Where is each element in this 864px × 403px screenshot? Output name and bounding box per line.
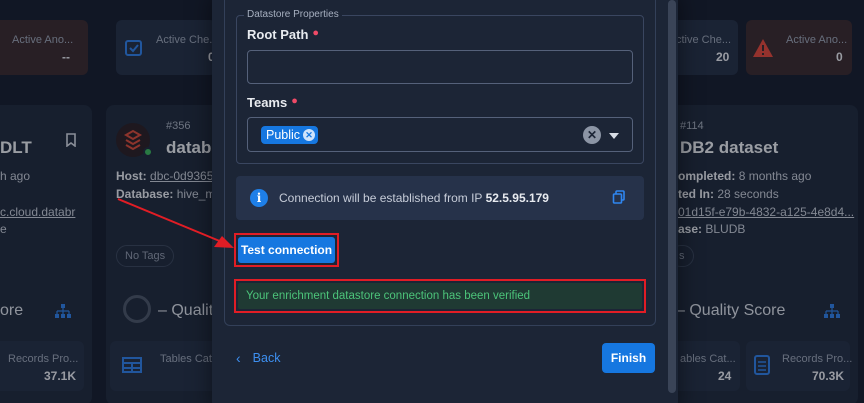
success-message: Your enrichment datastore connection has… [246, 290, 531, 302]
section-legend: Datastore Properties [244, 9, 342, 20]
modal-scrollbar[interactable] [668, 0, 676, 393]
chip-label: Public [266, 128, 301, 142]
back-label: Back [252, 351, 281, 365]
remove-chip-icon[interactable]: ✕ [303, 129, 316, 141]
teams-select[interactable]: Public ✕ ✕ [247, 117, 633, 152]
teams-label: Teams ● [247, 95, 298, 110]
team-chip-public: Public ✕ [261, 126, 319, 144]
required-marker: ● [312, 27, 320, 39]
root-path-label: Root Path ● [247, 27, 320, 42]
required-marker: ● [291, 95, 298, 107]
connection-info-text: Connection will be established from IP 5… [279, 191, 549, 205]
connection-info-banner: i Connection will be established from IP… [236, 176, 644, 220]
info-icon: i [250, 189, 268, 207]
clear-selection-icon[interactable]: ✕ [583, 126, 601, 144]
test-connection-button[interactable]: Test connection [238, 237, 335, 263]
root-path-input[interactable] [247, 50, 633, 84]
copy-icon[interactable] [612, 190, 626, 204]
finish-button[interactable]: Finish [602, 343, 655, 373]
chevron-down-icon[interactable] [609, 133, 619, 139]
chevron-left-icon: ‹ [236, 350, 241, 366]
success-alert: Your enrichment datastore connection has… [238, 283, 642, 309]
back-button[interactable]: ‹ Back [236, 350, 280, 366]
